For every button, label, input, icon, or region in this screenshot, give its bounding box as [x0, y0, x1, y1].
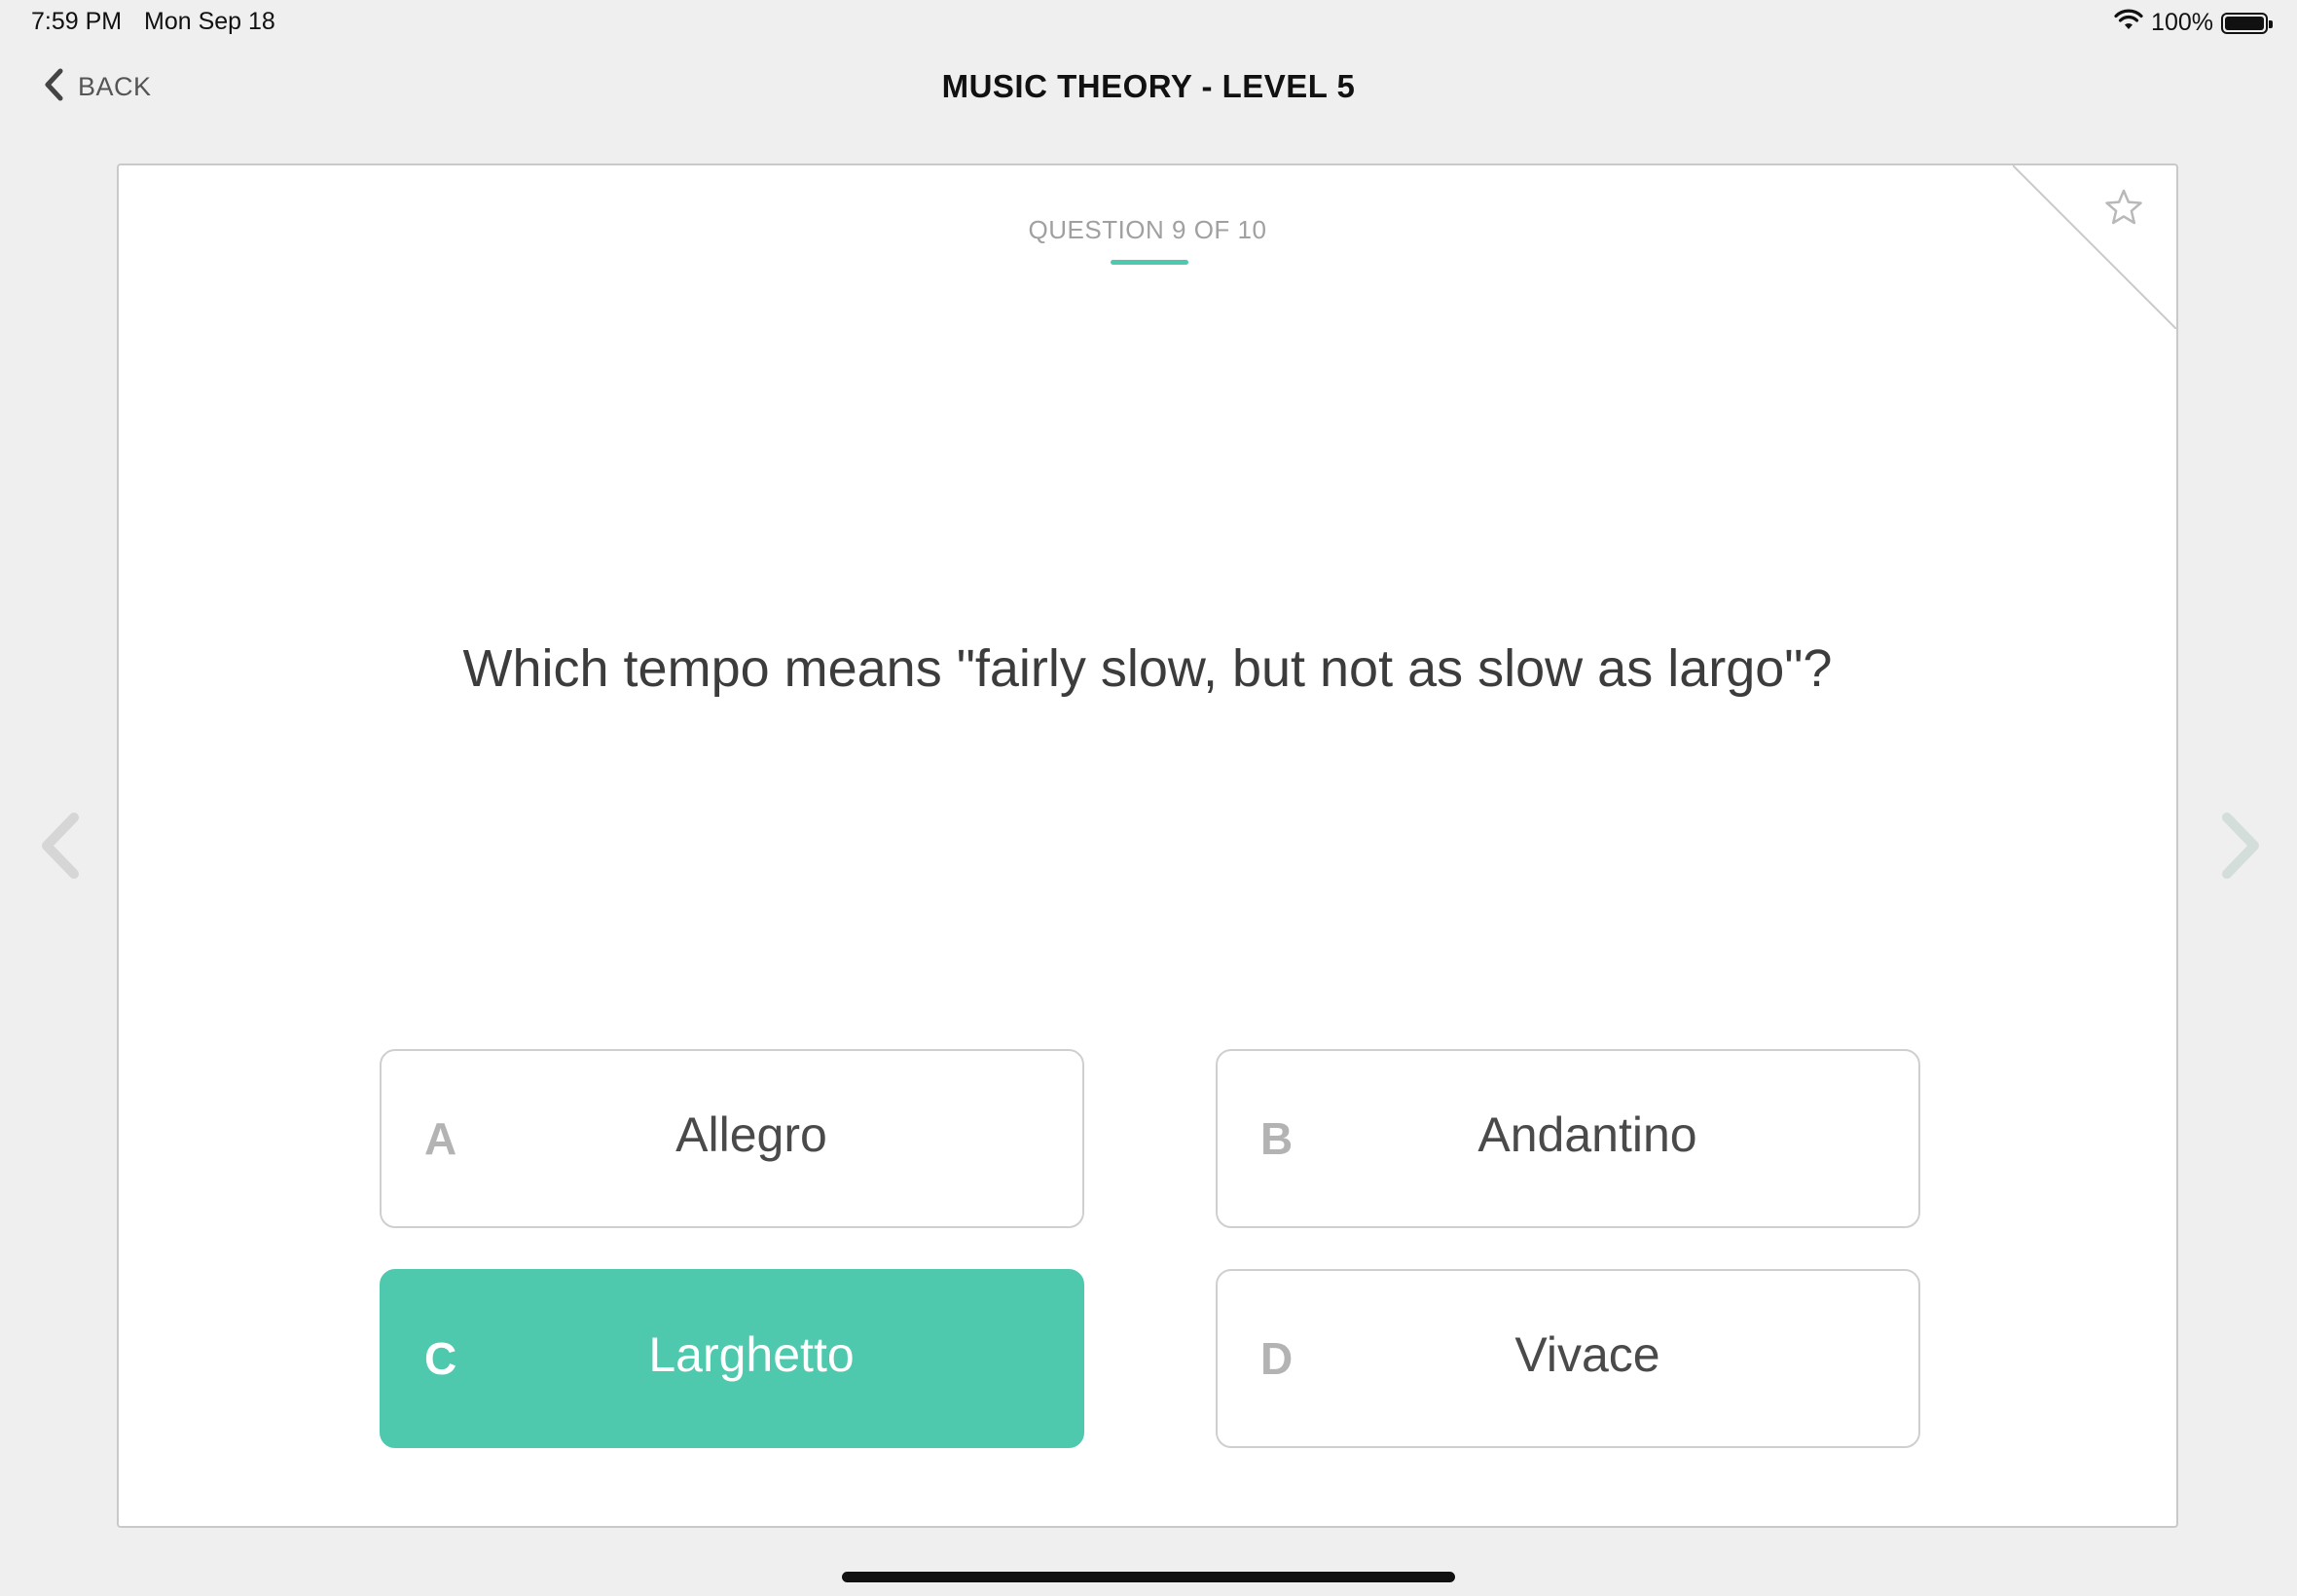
answer-option-c[interactable]: C Larghetto	[380, 1269, 1084, 1448]
wifi-icon	[2114, 8, 2143, 38]
previous-question-button[interactable]	[37, 812, 86, 880]
bookmark-corner[interactable]	[2013, 165, 2176, 329]
answer-label: Allegro	[675, 1107, 827, 1162]
status-indicators: 100%	[2114, 8, 2273, 38]
answer-letter: A	[424, 1113, 457, 1164]
status-time: 7:59 PM	[31, 8, 123, 35]
home-indicator[interactable]	[842, 1572, 1455, 1582]
chevron-right-icon	[2222, 813, 2259, 879]
answer-label: Andantino	[1477, 1107, 1697, 1162]
nav-bar: BACK MUSIC THEORY - LEVEL 5	[0, 58, 2297, 121]
answer-letter: B	[1260, 1113, 1294, 1164]
answer-option-d[interactable]: D Vivace	[1216, 1269, 1920, 1448]
status-bar: 7:59 PM Mon Sep 18 100%	[0, 0, 2297, 47]
answer-option-a[interactable]: A Allegro	[380, 1049, 1084, 1228]
answer-label: Vivace	[1514, 1327, 1660, 1382]
question-text: Which tempo means "fairly slow, but not …	[462, 639, 1833, 698]
chevron-left-icon	[42, 813, 79, 879]
battery-full-icon	[2221, 12, 2273, 34]
progress-underline	[1111, 260, 1188, 265]
question-card: QUESTION 9 OF 10 Which tempo means "fair…	[117, 163, 2178, 1528]
page-title: MUSIC THEORY - LEVEL 5	[941, 68, 1356, 104]
answer-letter: C	[424, 1333, 457, 1384]
question-counter: QUESTION 9 OF 10	[1028, 215, 1267, 244]
answer-letter: D	[1260, 1333, 1294, 1384]
next-question-button[interactable]	[2215, 812, 2264, 880]
answer-option-b[interactable]: B Andantino	[1216, 1049, 1920, 1228]
battery-percent: 100%	[2151, 9, 2213, 36]
answer-label: Larghetto	[648, 1327, 855, 1382]
status-date: Mon Sep 18	[144, 8, 275, 35]
